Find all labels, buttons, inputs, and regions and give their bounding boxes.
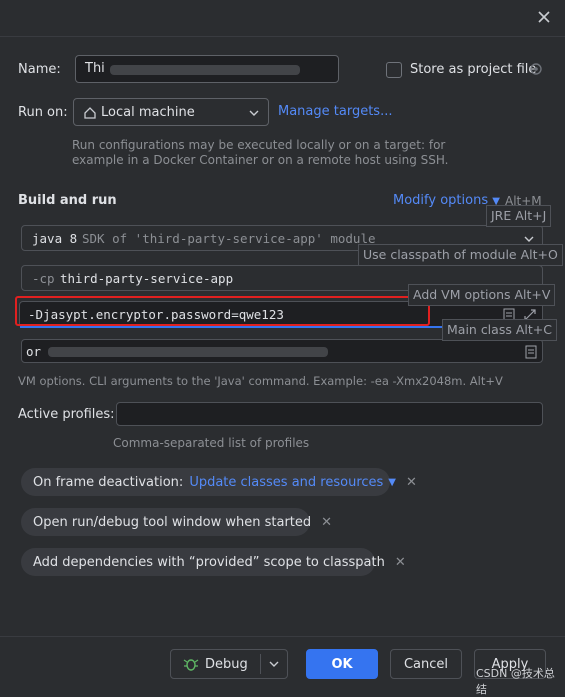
jre-tooltip: JRE Alt+J [486, 205, 552, 227]
dependencies-chip[interactable]: Add dependencies with “provided” scope t… [21, 548, 406, 576]
run-on-dropdown[interactable]: Local machine [73, 98, 269, 126]
split-divider [260, 654, 261, 674]
close-button[interactable] [533, 6, 555, 28]
watermark: CSDN @技术总结 [476, 667, 555, 696]
run-on-help-2: example in a Docker Container or on a re… [72, 153, 449, 167]
modify-options-label: Modify options [393, 193, 489, 208]
chevron-down-icon[interactable] [268, 658, 280, 670]
active-profiles-field[interactable] [116, 402, 543, 426]
section-title: Build and run [18, 193, 117, 208]
chevron-down-icon [249, 110, 259, 116]
active-profiles-label: Active profiles: [18, 407, 115, 422]
run-on-label: Run on: [18, 105, 68, 120]
vm-tooltip: Add VM options Alt+V [408, 284, 556, 306]
main-class-field[interactable]: or [21, 339, 543, 363]
jre-hint: SDK of 'third-party-service-app' module [82, 231, 376, 246]
manage-targets-link[interactable]: Manage targets... [278, 104, 392, 119]
open-tool-window-chip[interactable]: Open run/debug tool window when started … [21, 508, 332, 536]
remove-chip-icon[interactable]: ✕ [406, 475, 417, 490]
name-field[interactable]: Thi [75, 55, 339, 83]
debug-button[interactable]: Debug [170, 649, 288, 679]
close-icon [538, 11, 550, 23]
store-label[interactable]: Store as project file [410, 62, 536, 77]
dependencies-label: Add dependencies with “provided” scope t… [33, 554, 385, 570]
home-icon [84, 107, 96, 119]
chevron-down-icon: ▼ [388, 476, 396, 488]
highlight-box [15, 296, 430, 326]
frame-deactivation-label: On frame deactivation: [33, 474, 184, 490]
ok-button[interactable]: OK [306, 649, 378, 679]
modify-options-link[interactable]: Modify options ▼ [393, 193, 500, 208]
bug-icon [183, 659, 199, 671]
run-on-help-1: Run configurations may be executed local… [72, 138, 446, 152]
run-on-value: Local machine [101, 105, 195, 120]
cancel-button[interactable]: Cancel [390, 649, 462, 679]
frame-deactivation-chip[interactable]: On frame deactivation: Update classes an… [21, 468, 417, 496]
settings-icon[interactable] [528, 61, 544, 77]
redacted-text [110, 65, 300, 75]
frame-deactivation-value[interactable]: Update classes and resources [189, 475, 383, 490]
debug-label: Debug [205, 656, 248, 672]
jre-value: java 8 [32, 231, 78, 246]
vm-options-help: VM options. CLI arguments to the 'Java' … [18, 374, 503, 388]
classpath-tooltip: Use classpath of module Alt+O [358, 244, 563, 266]
ok-label: OK [331, 656, 353, 672]
expand-icon[interactable] [524, 345, 538, 359]
store-checkbox[interactable] [386, 62, 402, 78]
main-class-tooltip: Main class Alt+C [442, 319, 557, 341]
name-label: Name: [18, 62, 61, 77]
top-divider [0, 36, 565, 37]
cp-prefix: -cp [32, 271, 55, 286]
active-profiles-help: Comma-separated list of profiles [113, 436, 310, 450]
cp-value: third-party-service-app [60, 271, 234, 286]
name-value: Thi [85, 61, 105, 76]
main-class-prefix: or [26, 344, 42, 359]
open-tool-window-label: Open run/debug tool window when started [33, 514, 312, 530]
footer-divider [0, 636, 565, 637]
cancel-label: Cancel [403, 656, 449, 672]
remove-chip-icon[interactable]: ✕ [395, 555, 406, 570]
remove-chip-icon[interactable]: ✕ [321, 515, 332, 530]
redacted-text [48, 347, 328, 357]
